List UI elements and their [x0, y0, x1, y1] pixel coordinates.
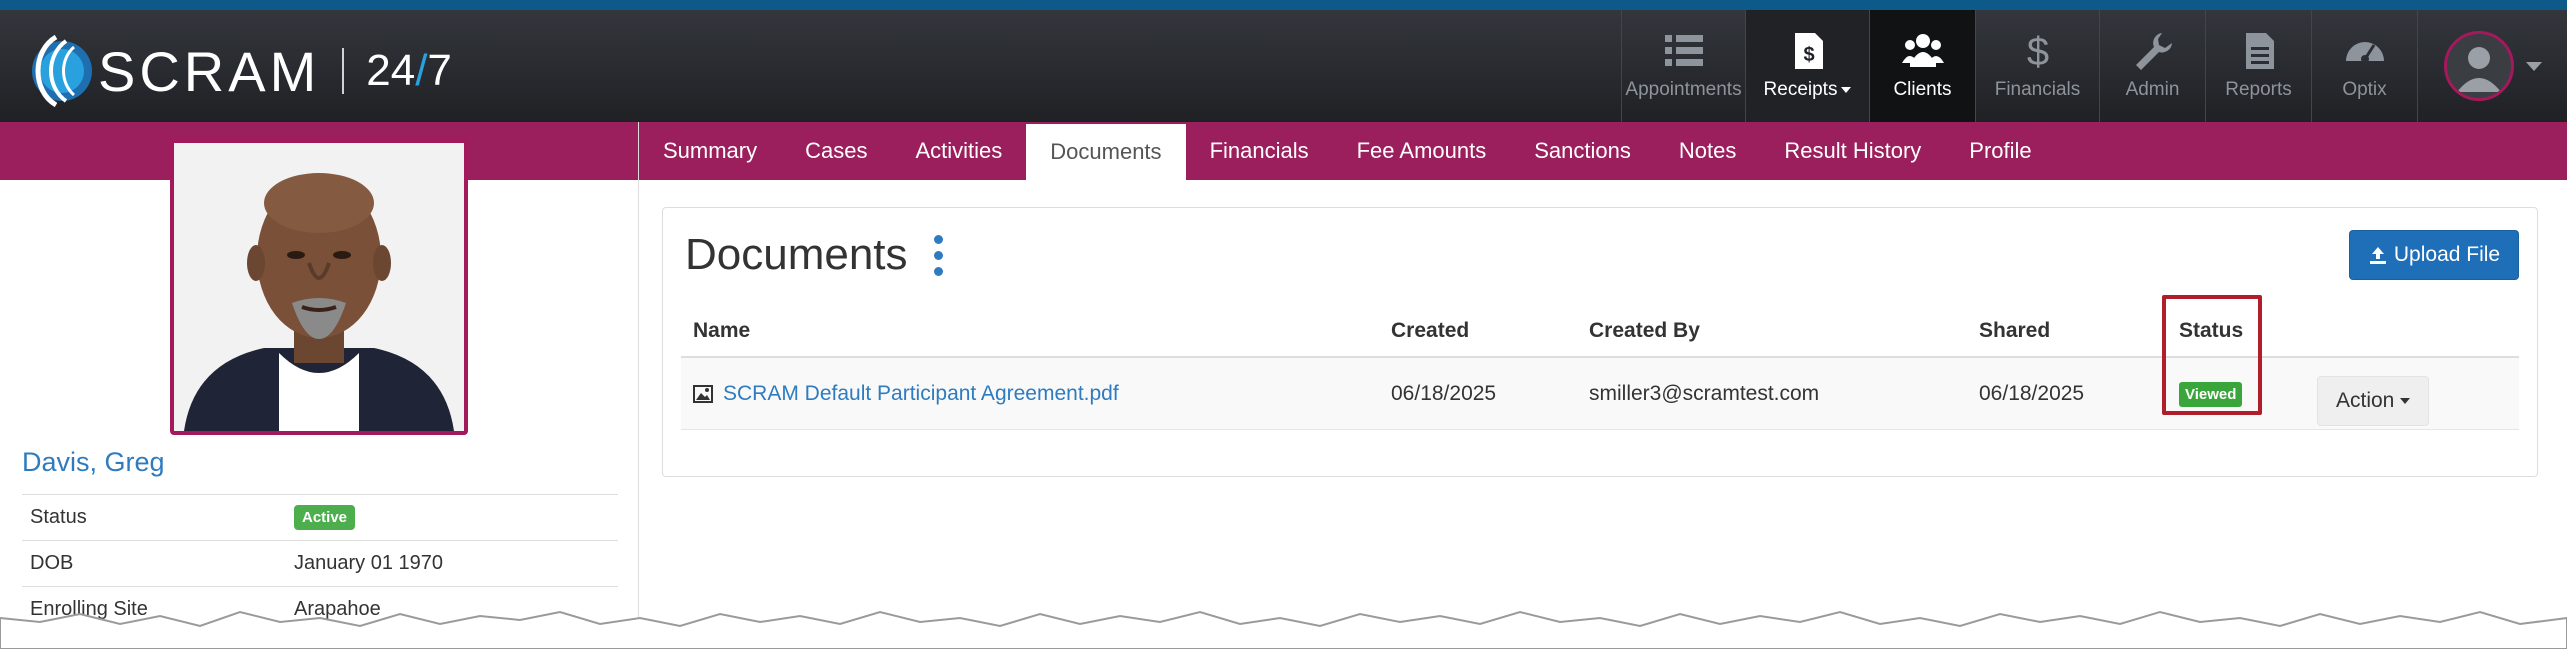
- action-label: Action: [2336, 388, 2395, 412]
- document-icon: [2245, 33, 2274, 69]
- detail-value: January 01 1970: [294, 552, 444, 574]
- document-link[interactable]: SCRAM Default Participant Agreement.pdf: [723, 382, 1119, 406]
- tab-fee-amounts[interactable]: Fee Amounts: [1333, 122, 1511, 180]
- detail-row-status: Status Active: [22, 494, 618, 540]
- cell-created-by: smiller3@scramtest.com: [1589, 381, 1820, 405]
- action-dropdown-button[interactable]: Action: [2317, 375, 2430, 426]
- column-header-name[interactable]: Name: [681, 319, 1379, 343]
- nav-receipts[interactable]: $ Receipts: [1745, 10, 1869, 122]
- cell-created: 06/18/2025: [1391, 381, 1497, 405]
- image-file-icon: [693, 384, 713, 403]
- chevron-down-icon: [2400, 397, 2411, 404]
- top-navbar: SCRAM 24/7 Appointments $ Receipts Clien…: [0, 0, 2567, 122]
- svg-text:$: $: [2026, 31, 2048, 71]
- nav-label: Reports: [2225, 79, 2292, 100]
- nav-label: Clients: [1893, 79, 1952, 100]
- upload-file-label: Upload File: [2393, 243, 2501, 266]
- cell-shared: 06/18/2025: [1979, 381, 2085, 405]
- nav-label: Appointments: [1625, 79, 1742, 100]
- nav-optix[interactable]: Optix: [2311, 10, 2417, 122]
- user-icon: [2456, 47, 2501, 92]
- user-menu[interactable]: [2417, 10, 2567, 122]
- cell-action: Action: [2305, 362, 2519, 426]
- upload-icon: [2369, 247, 2386, 264]
- brand-suffix: 24/7: [366, 46, 452, 95]
- nav-reports[interactable]: Reports: [2205, 10, 2311, 122]
- column-header-created-by[interactable]: Created By: [1577, 319, 1967, 343]
- tab-sanctions[interactable]: Sanctions: [1510, 122, 1655, 180]
- upload-file-button[interactable]: Upload File: [2349, 230, 2519, 280]
- brand-name: SCRAM: [98, 39, 321, 103]
- dollar-icon: $: [2026, 31, 2048, 71]
- documents-title: Documents: [685, 230, 908, 279]
- users-icon: [1901, 34, 1944, 67]
- tab-activities[interactable]: Activities: [891, 122, 1026, 180]
- status-badge: Active: [294, 505, 356, 530]
- client-name[interactable]: Davis, Greg: [22, 447, 165, 478]
- logo-divider: [342, 48, 345, 94]
- dashboard-icon: [2345, 42, 2384, 63]
- receipt-icon: $: [1794, 33, 1823, 69]
- client-portrait: [174, 143, 464, 431]
- scram-swirl-icon: [32, 34, 92, 108]
- nav-appointments[interactable]: Appointments: [1621, 10, 1745, 122]
- client-photo: [170, 139, 468, 435]
- wrench-icon: [2135, 33, 2172, 70]
- column-header-shared[interactable]: Shared: [1967, 319, 2165, 343]
- tab-cases[interactable]: Cases: [781, 122, 891, 180]
- user-avatar: [2443, 31, 2514, 101]
- column-header-created[interactable]: Created: [1379, 319, 1577, 343]
- nav-label: Optix: [2342, 79, 2387, 100]
- tab-profile[interactable]: Profile: [1945, 122, 2055, 180]
- scram-logo[interactable]: SCRAM 24/7: [22, 26, 452, 116]
- svg-text:$: $: [1803, 44, 1814, 66]
- torn-edge: [0, 610, 2567, 649]
- nav-label: Admin: [2125, 79, 2180, 100]
- column-divider: [638, 122, 639, 649]
- nav-clients[interactable]: Clients: [1869, 10, 1975, 122]
- tab-summary[interactable]: Summary: [639, 122, 781, 180]
- nav-admin[interactable]: Admin: [2099, 10, 2205, 122]
- tab-financials[interactable]: Financials: [1186, 122, 1333, 180]
- nav-financials[interactable]: $ Financials: [1975, 10, 2099, 122]
- tab-notes[interactable]: Notes: [1655, 122, 1760, 180]
- status-column-highlight: [2162, 295, 2262, 415]
- chevron-down-icon: [1841, 86, 1852, 93]
- tab-documents[interactable]: Documents: [1026, 122, 1186, 180]
- list-icon: [1664, 35, 1703, 66]
- cell-name: SCRAM Default Participant Agreement.pdf: [681, 382, 1379, 406]
- client-tabs: Summary Cases Activities Documents Finan…: [639, 122, 2567, 180]
- nav-label: Financials: [1994, 79, 2081, 100]
- chevron-down-icon: [2525, 61, 2542, 71]
- nav-label: Receipts: [1764, 79, 1852, 101]
- detail-row-dob: DOB January 01 1970: [22, 540, 618, 586]
- main-nav: Appointments $ Receipts Clients $ Financ…: [1621, 10, 2567, 122]
- more-options-icon[interactable]: [933, 234, 943, 276]
- page-title: Documents: [685, 230, 943, 280]
- detail-label: Status: [30, 506, 87, 528]
- tab-result-history[interactable]: Result History: [1760, 122, 1945, 180]
- detail-label: DOB: [30, 552, 74, 574]
